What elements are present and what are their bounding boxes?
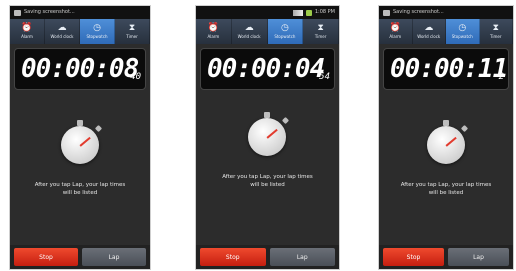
stopwatch-crown xyxy=(77,120,83,126)
hint-line-2: will be listed xyxy=(250,182,285,188)
status-icons: 1:08 PM xyxy=(292,6,335,19)
tab-world-clock[interactable]: ☁ World clock xyxy=(45,19,80,44)
tab-label: Timer xyxy=(314,34,327,39)
phone-screen-2: 1:08 PM ⏰ Alarm ☁ World clock ◷ Stopwatch ⧗… xyxy=(196,6,339,269)
stopwatch-icon xyxy=(248,112,290,156)
stop-button[interactable]: Stop xyxy=(383,248,444,266)
tab-label: Timer xyxy=(490,34,502,39)
stopwatch-button xyxy=(281,116,290,125)
world-clock-icon: ☁ xyxy=(424,23,434,33)
notification: Saving screenshot... xyxy=(14,6,75,19)
notification: Saving screenshot... xyxy=(383,6,444,19)
hint-line-1: After you tap Lap, your lap times xyxy=(400,182,492,188)
tab-label: Alarm xyxy=(389,34,402,39)
tab-label: Alarm xyxy=(207,34,220,39)
centiseconds: 40 xyxy=(130,72,141,82)
tab-label: Stopwatch xyxy=(451,34,473,39)
button-bar: Stop Lap xyxy=(379,245,513,269)
tab-bar: ⏰ Alarm ☁ World clock ◷ Stopwatch ⧗ Timer xyxy=(10,19,150,44)
hint-line-2: will be listed xyxy=(428,190,464,196)
notification-text: Saving screenshot... xyxy=(393,9,444,15)
battery-icon xyxy=(305,9,312,16)
stopwatch-icon xyxy=(427,120,469,164)
lap-hint: After you tap Lap, your lap times will b… xyxy=(379,181,513,197)
stopwatch-icon xyxy=(61,120,103,164)
elapsed-time: 00:00:04 xyxy=(207,54,325,84)
tab-bar: ⏰ Alarm ☁ World clock ◷ Stopwatch ⧗ Timer xyxy=(196,19,339,44)
status-bar: 1:08 PM xyxy=(196,6,339,19)
time-display: 00:00:08 40 xyxy=(14,48,146,90)
elapsed-time: 00:00:11 xyxy=(390,54,508,84)
hourglass-icon: ⧗ xyxy=(492,23,499,33)
status-clock: 1:08 PM xyxy=(314,9,335,15)
tab-timer[interactable]: ⧗ Timer xyxy=(115,19,150,44)
status-bar: Saving screenshot... xyxy=(379,6,513,19)
tab-label: World clock xyxy=(237,34,261,39)
hint-line-1: After you tap Lap, your lap times xyxy=(222,174,313,180)
tab-alarm[interactable]: ⏰ Alarm xyxy=(10,19,45,44)
stopwatch-button xyxy=(460,124,469,133)
phone-screen-3: Saving screenshot... ⏰ Alarm ☁ World clock… xyxy=(379,6,513,269)
tab-timer[interactable]: ⧗ Timer xyxy=(480,19,513,44)
tab-label: World clock xyxy=(50,34,74,39)
tab-label: Alarm xyxy=(21,34,33,39)
stopwatch-icon: ◷ xyxy=(458,23,467,33)
screenshot-icon xyxy=(14,9,21,16)
screenshot-icon xyxy=(383,9,390,16)
alarm-clock-icon: ⏰ xyxy=(389,23,401,33)
world-clock-icon: ☁ xyxy=(57,23,67,33)
notification-text: Saving screenshot... xyxy=(24,9,75,15)
stopwatch-crown xyxy=(264,112,270,118)
tab-world-clock[interactable]: ☁ World clock xyxy=(232,19,268,44)
hourglass-icon: ⧗ xyxy=(128,23,136,33)
alarm-clock-icon: ⏰ xyxy=(21,23,33,33)
time-display: 00:00:04 54 xyxy=(200,48,335,90)
world-clock-icon: ☁ xyxy=(244,23,254,33)
signal-icon xyxy=(292,9,303,16)
tab-bar: ⏰ Alarm ☁ World clock ◷ Stopwatch ⧗ Timer xyxy=(379,19,513,44)
lap-button[interactable]: Lap xyxy=(269,248,335,266)
tab-label: World clock xyxy=(417,34,441,39)
stop-button[interactable]: Stop xyxy=(200,248,266,266)
button-bar: Stop Lap xyxy=(196,245,339,269)
tab-label: Stopwatch xyxy=(274,34,296,39)
stop-button[interactable]: Stop xyxy=(14,248,78,266)
stopwatch-hand xyxy=(79,136,91,147)
status-bar: Saving screenshot... xyxy=(10,6,150,19)
stopwatch-hand xyxy=(266,128,278,139)
tab-alarm[interactable]: ⏰ Alarm xyxy=(196,19,232,44)
tab-stopwatch[interactable]: ◷ Stopwatch xyxy=(446,19,480,44)
alarm-clock-icon: ⏰ xyxy=(207,23,219,33)
tab-timer[interactable]: ⧗ Timer xyxy=(303,19,339,44)
hint-line-1: After you tap Lap, your lap times xyxy=(34,182,126,188)
tab-stopwatch[interactable]: ◷ Stopwatch xyxy=(80,19,115,44)
stopwatch-icon: ◷ xyxy=(93,23,101,33)
hourglass-icon: ⧗ xyxy=(317,23,324,33)
button-bar: Stop Lap xyxy=(10,245,150,269)
lap-hint: After you tap Lap, your lap times will b… xyxy=(10,181,150,197)
hint-line-2: will be listed xyxy=(62,190,98,196)
stopwatch-hand xyxy=(445,136,457,147)
lap-button[interactable]: Lap xyxy=(448,248,509,266)
stopwatch-icon: ◷ xyxy=(280,23,289,33)
phone-screen-1: Saving screenshot... ⏰ Alarm ☁ World clock… xyxy=(10,6,150,269)
stopwatch-button xyxy=(94,124,103,133)
stopwatch-crown xyxy=(443,120,449,126)
lap-button[interactable]: Lap xyxy=(82,248,146,266)
tab-alarm[interactable]: ⏰ Alarm xyxy=(379,19,413,44)
lap-hint: After you tap Lap, your lap times will b… xyxy=(196,173,339,189)
tab-label: Timer xyxy=(126,34,138,39)
centiseconds: 2 xyxy=(498,72,504,82)
tab-stopwatch[interactable]: ◷ Stopwatch xyxy=(267,19,304,44)
time-display: 00:00:11 2 xyxy=(383,48,509,90)
tab-world-clock[interactable]: ☁ World clock xyxy=(413,19,446,44)
tab-label: Stopwatch xyxy=(86,34,108,39)
centiseconds: 54 xyxy=(319,72,330,82)
elapsed-time: 00:00:08 xyxy=(21,54,139,84)
